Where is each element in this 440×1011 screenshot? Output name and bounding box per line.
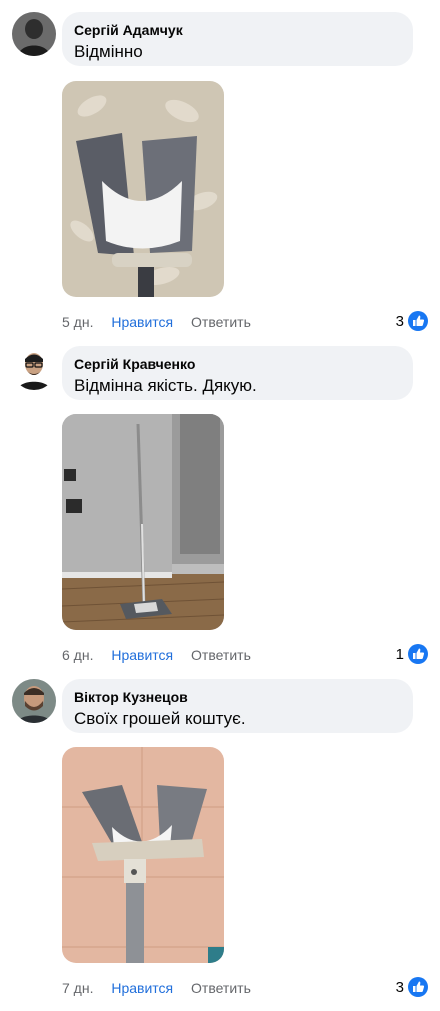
comment-text: Своїх грошей коштує.	[74, 709, 246, 728]
thumbs-up-icon	[408, 311, 428, 331]
comment-bubble: Сергій Адамчук Відмінно	[62, 12, 413, 66]
comment-text: Відмінна якість. Дякую.	[74, 376, 257, 395]
reaction-summary[interactable]: 3	[396, 311, 428, 331]
reply-button[interactable]: Ответить	[191, 646, 251, 664]
comment-time[interactable]: 7 дн.	[62, 979, 93, 997]
like-button[interactable]: Нравится	[111, 646, 173, 664]
comment-photo[interactable]	[62, 747, 224, 963]
reaction-count: 3	[395, 978, 404, 996]
avatar[interactable]	[12, 12, 56, 56]
comment-author[interactable]: Сергій Адамчук	[74, 21, 401, 39]
comment-meta: 7 дн. Нравится Ответить	[62, 979, 251, 997]
comment-time[interactable]: 5 дн.	[62, 313, 93, 331]
reply-button[interactable]: Ответить	[191, 313, 251, 331]
comment-author[interactable]: Віктор Кузнецов	[74, 688, 401, 706]
comment-photo[interactable]	[62, 414, 224, 630]
avatar[interactable]	[12, 679, 56, 723]
reaction-count: 3	[395, 312, 404, 330]
comment-bubble: Віктор Кузнецов Своїх грошей коштує.	[62, 679, 413, 733]
like-button[interactable]: Нравится	[111, 313, 173, 331]
comment-author[interactable]: Сергій Кравченко	[74, 355, 401, 373]
reaction-count: 1	[395, 645, 404, 663]
like-button[interactable]: Нравится	[111, 979, 173, 997]
thumbs-up-icon	[408, 977, 428, 997]
avatar[interactable]	[12, 346, 56, 390]
thumbs-up-icon	[408, 644, 428, 664]
comment-time[interactable]: 6 дн.	[62, 646, 93, 664]
comment-meta: 6 дн. Нравится Ответить	[62, 646, 251, 664]
comment-meta: 5 дн. Нравится Ответить	[62, 313, 251, 331]
comment-text: Відмінно	[74, 42, 143, 61]
reaction-summary[interactable]: 1	[396, 644, 428, 664]
comment-bubble: Сергій Кравченко Відмінна якість. Дякую.	[62, 346, 413, 400]
reaction-summary[interactable]: 3	[396, 977, 428, 997]
reply-button[interactable]: Ответить	[191, 979, 251, 997]
comment-photo[interactable]	[62, 81, 224, 297]
